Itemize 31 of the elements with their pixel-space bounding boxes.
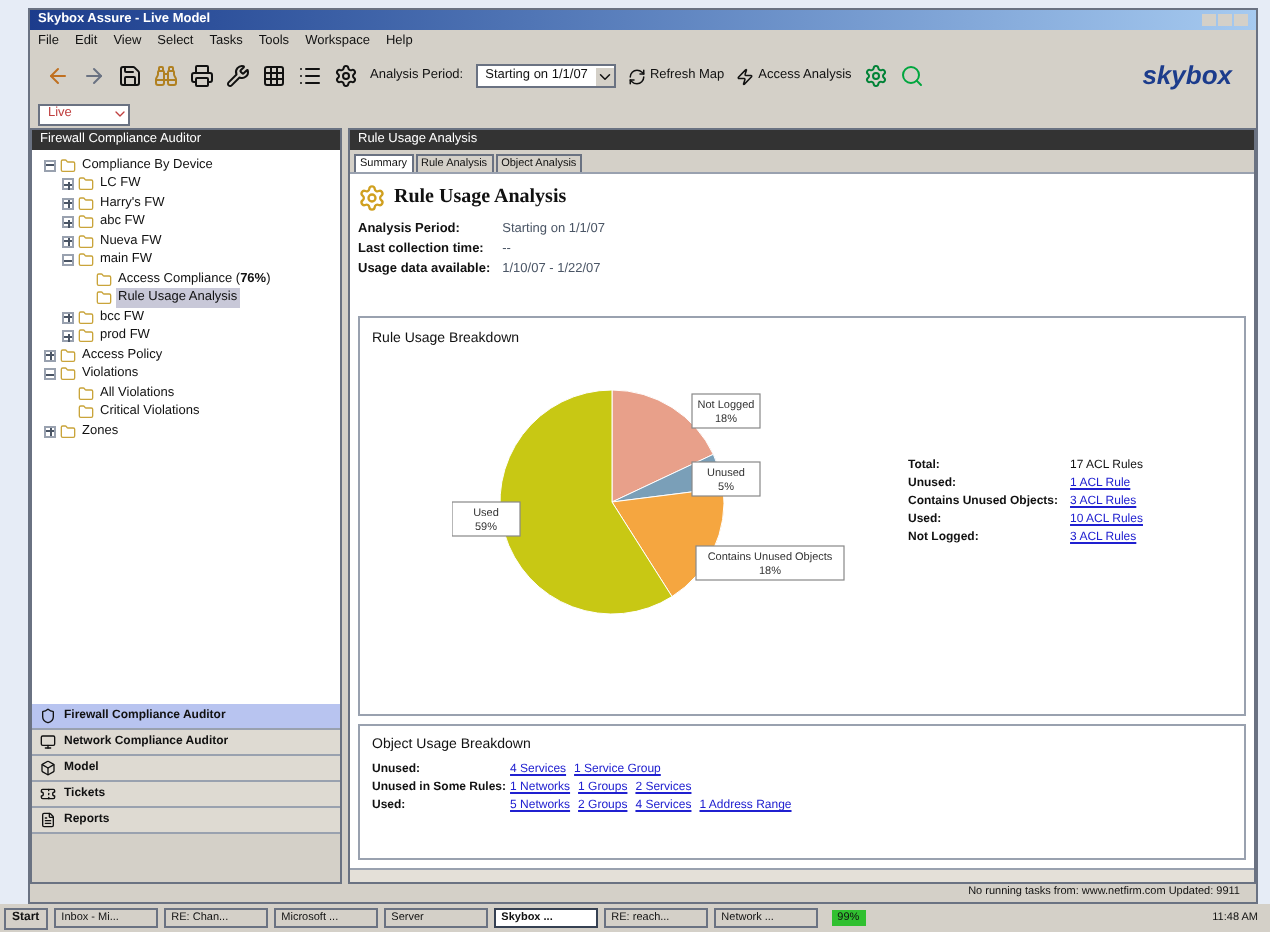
expand-toggle[interactable] xyxy=(62,178,74,191)
nav-icon xyxy=(40,786,56,802)
nav-icon xyxy=(40,708,56,724)
gear-icon[interactable] xyxy=(863,64,888,88)
nav-icon xyxy=(40,734,56,750)
horizontal-scrollbar[interactable] xyxy=(350,868,1254,882)
page-heading: Rule Usage Analysis xyxy=(394,184,567,213)
refresh-icon xyxy=(627,67,646,85)
gear-icon xyxy=(358,183,386,212)
chevron-down-icon xyxy=(595,67,614,85)
printer-icon[interactable] xyxy=(190,64,214,88)
expand-toggle[interactable] xyxy=(62,330,74,343)
collapse-toggle[interactable] xyxy=(44,159,56,172)
collapse-toggle[interactable] xyxy=(62,254,74,267)
grid-icon[interactable] xyxy=(262,64,286,88)
wrench-icon[interactable] xyxy=(226,64,250,88)
nav-icon xyxy=(40,812,56,828)
lightning-icon xyxy=(736,67,755,85)
forward-icon[interactable] xyxy=(82,64,106,88)
expand-toggle[interactable] xyxy=(44,425,56,438)
expand-toggle[interactable] xyxy=(62,311,74,324)
nav-icon xyxy=(40,760,56,776)
logo: skybox xyxy=(1142,58,1235,95)
save-icon[interactable] xyxy=(118,64,142,88)
settings-icon[interactable] xyxy=(334,64,358,88)
expand-toggle[interactable] xyxy=(62,216,74,229)
collapse-toggle[interactable] xyxy=(44,368,56,381)
expand-toggle[interactable] xyxy=(62,235,74,248)
expand-toggle[interactable] xyxy=(44,349,56,362)
expand-toggle[interactable] xyxy=(62,197,74,210)
chevron-down-icon xyxy=(112,106,128,122)
